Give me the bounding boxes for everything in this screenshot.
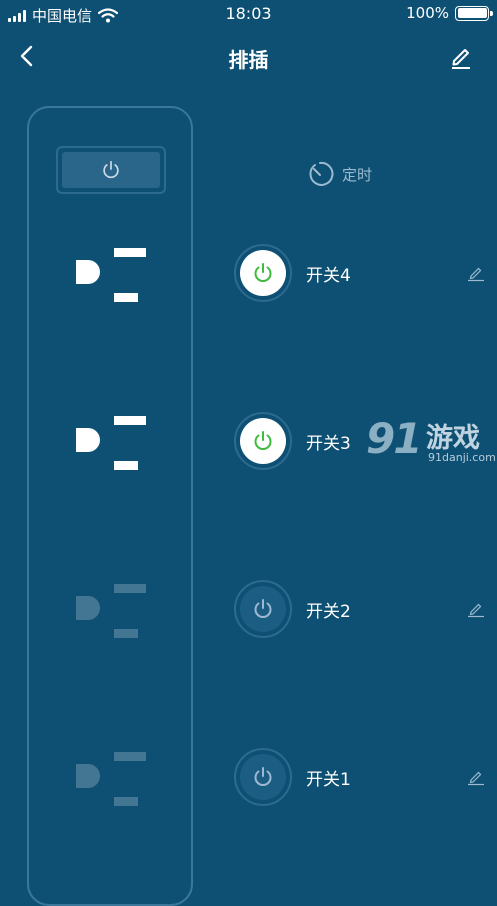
- nav-bar: 排插: [0, 34, 497, 78]
- switch-row-2: 开关2: [234, 580, 497, 638]
- switch-label: 开关3: [306, 434, 351, 454]
- edit-icon[interactable]: [467, 264, 485, 282]
- switch-row-1: 开关1: [234, 748, 497, 806]
- power-icon: [254, 599, 272, 618]
- switch-2-power-button[interactable]: [234, 580, 292, 638]
- switch-1-power-button[interactable]: [234, 748, 292, 806]
- power-strip: [27, 106, 193, 906]
- status-right: 100%: [406, 4, 493, 22]
- status-bar: 中国电信 18:03 100%: [0, 0, 497, 28]
- timer-icon: [309, 161, 334, 186]
- page-title: 排插: [228, 48, 269, 72]
- switch-label: 开关1: [306, 770, 351, 790]
- socket-icon: [76, 752, 146, 806]
- edit-icon[interactable]: [467, 768, 485, 786]
- switch-row-4: 开关4: [234, 244, 497, 302]
- switch-4-power-button[interactable]: [234, 244, 292, 302]
- socket-4: [76, 248, 146, 302]
- socket-2: [76, 584, 146, 638]
- timer-button[interactable]: 定时: [306, 160, 372, 188]
- watermark-site: 91danji.com: [428, 451, 496, 464]
- battery-percent: 100%: [406, 4, 449, 22]
- watermark-logo: 91 游戏 91danji.com: [366, 414, 497, 466]
- battery-icon: [455, 5, 493, 21]
- edit-icon[interactable]: [467, 600, 485, 618]
- timer-label: 定时: [342, 165, 373, 184]
- switch-label: 开关4: [306, 266, 351, 286]
- master-switch-button[interactable]: [56, 146, 166, 194]
- switch-label: 开关2: [306, 602, 351, 622]
- power-icon: [254, 431, 272, 450]
- switch-3-power-button[interactable]: [234, 412, 292, 470]
- pencil-icon: [452, 49, 470, 69]
- watermark-number: 91: [366, 414, 422, 463]
- power-icon: [254, 767, 272, 786]
- socket-icon: [76, 584, 146, 638]
- edit-button[interactable]: [447, 42, 475, 70]
- socket-icon: [76, 248, 146, 302]
- socket-icon: [76, 416, 146, 470]
- socket-1: [76, 752, 146, 806]
- power-icon: [103, 160, 119, 179]
- socket-3: [76, 416, 146, 470]
- power-icon: [254, 263, 272, 282]
- watermark-text: 游戏: [426, 423, 480, 454]
